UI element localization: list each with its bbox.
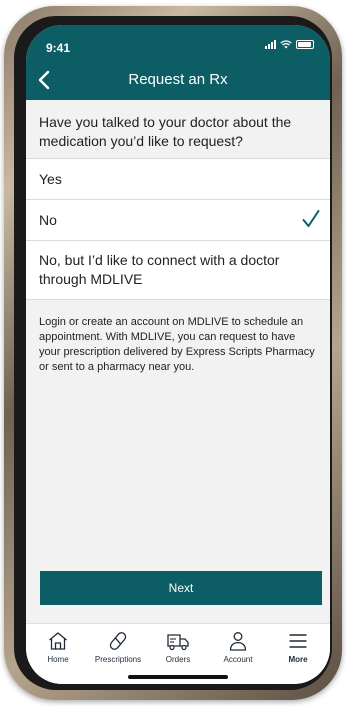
info-text: Login or create an account on MDLIVE to … (39, 316, 315, 373)
option-label: Yes (39, 171, 62, 187)
tab-label: Home (47, 655, 69, 664)
page-title: Request an Rx (128, 71, 228, 88)
pill-icon (109, 632, 127, 650)
tab-account[interactable]: Account (208, 630, 268, 664)
status-time: 9:41 (46, 41, 71, 55)
wifi-icon (280, 40, 292, 49)
app-header: 9:41 Request an Rx (26, 25, 330, 100)
tab-label: Account (223, 655, 253, 664)
tab-label: More (288, 655, 308, 664)
app-screen: 9:41 Request an Rx Have you talked to yo… (26, 25, 330, 684)
status-icons (265, 40, 314, 49)
tab-home[interactable]: Home (28, 630, 88, 664)
option-mdlive[interactable]: No, but I’d like to connect with a docto… (26, 241, 330, 300)
tab-prescriptions[interactable]: Prescriptions (88, 630, 148, 664)
tab-more[interactable]: More (268, 630, 328, 664)
checkmark-icon (302, 210, 320, 227)
tab-label: Prescriptions (94, 655, 142, 664)
option-label: No (39, 212, 57, 228)
signal-icon (265, 40, 276, 49)
home-indicator (128, 675, 228, 679)
question-text: Have you talked to your doctor about the… (39, 114, 292, 149)
truck-icon (167, 634, 189, 651)
battery-icon (296, 40, 314, 49)
tab-label: Orders (165, 655, 191, 664)
option-yes[interactable]: Yes (26, 159, 330, 200)
question-section: Have you talked to your doctor about the… (26, 100, 330, 159)
tab-orders[interactable]: Orders (148, 630, 208, 664)
home-icon (49, 632, 67, 650)
user-icon (229, 632, 247, 651)
next-button[interactable]: Next (40, 571, 322, 605)
menu-icon (289, 634, 307, 648)
option-label: No, but I’d like to connect with a docto… (39, 252, 280, 287)
option-no[interactable]: No (26, 200, 330, 241)
